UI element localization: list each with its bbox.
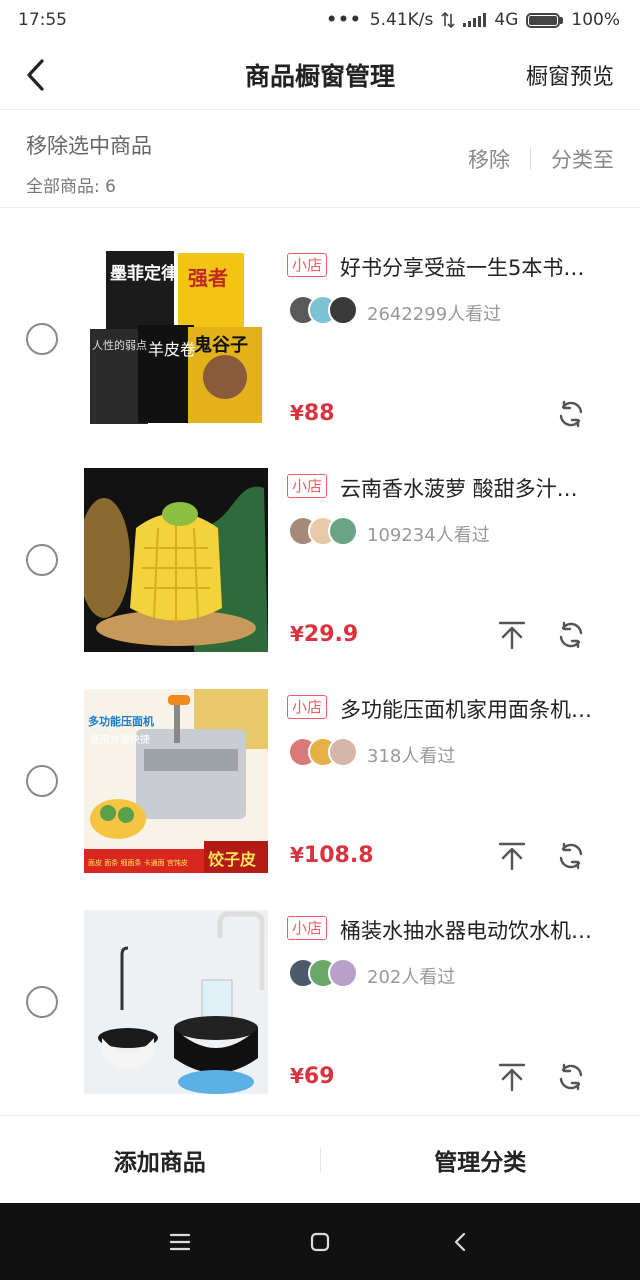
remove-selected-label: 移除选中商品 [26, 134, 152, 158]
product-item[interactable]: 小店 云南香水菠萝 酸甜多汁… 109234人看过 ¥29.9 [0, 430, 640, 652]
svg-text:多功能压面机: 多功能压面机 [88, 714, 154, 728]
chevron-left-icon [27, 58, 44, 91]
preview-button[interactable]: 橱窗预览 [526, 59, 614, 91]
divider [530, 148, 531, 170]
pin-top-button[interactable] [495, 839, 529, 873]
selection-toolbar: 移除选中商品 全部商品: 6 移除 分类至 [0, 110, 640, 208]
data-arrows-icon [441, 12, 455, 28]
product-title[interactable]: 云南香水菠萝 酸甜多汁… [340, 473, 612, 503]
back-button[interactable] [24, 55, 54, 95]
pin-top-button[interactable] [495, 1060, 529, 1094]
product-list: 墨菲定律 强者 羊皮卷 鬼谷子 人性的弱点 小店 好书分享受益一生5本书… 26… [0, 209, 640, 1094]
status-indicators: ••• 5.41K/s 4G 100% [326, 10, 620, 30]
menu-icon [169, 1233, 191, 1250]
product-title[interactable]: 桶装水抽水器电动饮水机… [340, 915, 612, 945]
pin-top-button[interactable] [495, 618, 529, 652]
refresh-icon [559, 1063, 583, 1091]
svg-text:墨菲定律: 墨菲定律 [110, 263, 178, 284]
svg-text:面皮 面条 细面条 卡通面 宫饨皮: 面皮 面条 细面条 卡通面 宫饨皮 [88, 858, 188, 867]
pin-top-icon [498, 1063, 526, 1092]
viewer-count: 2642299人看过 [367, 304, 502, 325]
avatar [328, 737, 358, 767]
categorize-button[interactable]: 分类至 [551, 144, 614, 174]
viewer-avatars [288, 516, 358, 546]
svg-text:鬼谷子: 鬼谷子 [194, 334, 248, 356]
svg-text:羊皮卷: 羊皮卷 [148, 340, 196, 359]
water-pump-image [84, 910, 268, 1094]
menu-button[interactable] [160, 1222, 200, 1262]
home-button[interactable] [300, 1222, 340, 1262]
product-item[interactable]: 墨菲定律 强者 羊皮卷 鬼谷子 人性的弱点 小店 好书分享受益一生5本书… 26… [0, 209, 640, 431]
select-radio[interactable] [26, 986, 58, 1018]
books-image: 墨菲定律 强者 羊皮卷 鬼谷子 人性的弱点 [84, 247, 268, 431]
bottom-action-bar: 添加商品 管理分类 [0, 1115, 640, 1203]
product-price: ¥29.9 [290, 622, 359, 647]
product-item[interactable]: 多功能压面机 使用方便快捷 饺子皮 面皮 面条 细面条 卡通面 宫饨皮 小店 多… [0, 651, 640, 873]
status-bar: 17:55 ••• 5.41K/s 4G 100% [0, 0, 640, 40]
system-back-button[interactable] [440, 1222, 480, 1262]
more-dots: ••• [326, 10, 362, 30]
product-price: ¥88 [290, 401, 335, 426]
refresh-icon [559, 842, 583, 870]
pineapple-image [84, 468, 268, 652]
system-nav-bar [0, 1203, 640, 1280]
svg-text:饺子皮: 饺子皮 [208, 850, 256, 869]
svg-text:人性的弱点: 人性的弱点 [92, 338, 147, 352]
product-price: ¥108.8 [290, 843, 374, 868]
refresh-button[interactable] [554, 839, 588, 873]
viewer-count: 318人看过 [367, 746, 456, 767]
signal-icon [463, 13, 487, 27]
product-count: 全部商品: 6 [26, 177, 116, 197]
product-thumbnail[interactable] [84, 910, 268, 1094]
select-radio[interactable] [26, 765, 58, 797]
back-icon [454, 1232, 466, 1251]
network-type: 4G [494, 10, 519, 30]
refresh-button[interactable] [554, 1060, 588, 1094]
pasta-machine-image: 多功能压面机 使用方便快捷 饺子皮 面皮 面条 细面条 卡通面 宫饨皮 [84, 689, 268, 873]
add-product-button[interactable]: 添加商品 [0, 1143, 320, 1177]
viewer-avatars [288, 958, 358, 988]
battery-percent: 100% [571, 10, 620, 30]
home-icon [310, 1232, 330, 1251]
refresh-icon [559, 621, 583, 649]
refresh-button[interactable] [554, 397, 588, 431]
network-speed: 5.41K/s [369, 10, 434, 30]
shop-tag: 小店 [287, 695, 328, 719]
avatar [328, 516, 358, 546]
battery-icon [526, 12, 564, 28]
refresh-button[interactable] [554, 618, 588, 652]
viewer-avatars [288, 295, 358, 325]
shop-tag: 小店 [287, 253, 328, 277]
svg-text:强者: 强者 [188, 266, 228, 290]
viewer-count: 202人看过 [367, 967, 456, 988]
avatar [328, 958, 358, 988]
manage-category-button[interactable]: 管理分类 [321, 1143, 640, 1177]
nav-bar: 商品橱窗管理 橱窗预览 [0, 40, 640, 110]
product-title[interactable]: 好书分享受益一生5本书… [340, 252, 612, 282]
remove-button[interactable]: 移除 [468, 144, 510, 174]
product-item[interactable]: 小店 桶装水抽水器电动饮水机… 202人看过 ¥69 [0, 872, 640, 1094]
select-radio[interactable] [26, 323, 58, 355]
shop-tag: 小店 [287, 916, 328, 940]
shop-tag: 小店 [287, 474, 328, 498]
product-price: ¥69 [290, 1064, 335, 1089]
select-radio[interactable] [26, 544, 58, 576]
viewer-avatars [288, 737, 358, 767]
pin-top-icon [498, 621, 526, 650]
product-thumbnail[interactable]: 墨菲定律 强者 羊皮卷 鬼谷子 人性的弱点 [84, 247, 268, 431]
product-thumbnail[interactable]: 多功能压面机 使用方便快捷 饺子皮 面皮 面条 细面条 卡通面 宫饨皮 [84, 689, 268, 873]
viewer-count: 109234人看过 [367, 525, 490, 546]
pin-top-icon [498, 842, 526, 871]
product-title[interactable]: 多功能压面机家用面条机… [340, 694, 612, 724]
svg-text:使用方便快捷: 使用方便快捷 [90, 733, 150, 746]
refresh-icon [559, 400, 583, 428]
status-time: 17:55 [18, 10, 67, 30]
avatar [328, 295, 358, 325]
product-thumbnail[interactable] [84, 468, 268, 652]
